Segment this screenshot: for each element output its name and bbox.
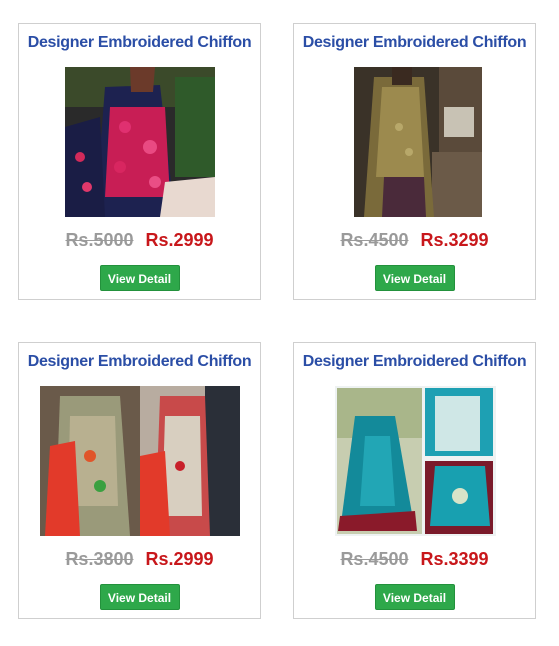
view-detail-button[interactable]: View Detail bbox=[99, 584, 180, 610]
original-price: Rs.5000 bbox=[65, 230, 134, 250]
original-price: Rs.4500 bbox=[340, 230, 409, 250]
product-card: Designer Embroidered Chiffon Rs.4500 Rs.3… bbox=[293, 342, 536, 619]
price-row: Rs.4500 Rs.3299 bbox=[294, 230, 535, 251]
price-row: Rs.5000 Rs.2999 bbox=[19, 230, 260, 251]
sale-price: Rs.2999 bbox=[145, 549, 214, 569]
sale-price: Rs.3299 bbox=[420, 230, 489, 250]
product-title[interactable]: Designer Embroidered Chiffon bbox=[294, 34, 535, 52]
view-detail-button[interactable]: View Detail bbox=[99, 265, 180, 291]
product-title[interactable]: Designer Embroidered Chiffon bbox=[19, 353, 260, 371]
product-image[interactable] bbox=[354, 67, 482, 217]
product-card: Designer Embroidered Chiffon Rs.5000 Rs.2… bbox=[18, 23, 261, 300]
sale-price: Rs.3399 bbox=[420, 549, 489, 569]
product-card: Designer Embroidered Chiffon Rs.3800 Rs.2… bbox=[18, 342, 261, 619]
view-detail-button[interactable]: View Detail bbox=[374, 265, 455, 291]
view-detail-button[interactable]: View Detail bbox=[374, 584, 455, 610]
product-title[interactable]: Designer Embroidered Chiffon bbox=[19, 34, 260, 52]
sale-price: Rs.2999 bbox=[145, 230, 214, 250]
product-title[interactable]: Designer Embroidered Chiffon bbox=[294, 353, 535, 371]
product-card: Designer Embroidered Chiffon Rs.4500 Rs.3… bbox=[293, 23, 536, 300]
original-price: Rs.4500 bbox=[340, 549, 409, 569]
price-row: Rs.4500 Rs.3399 bbox=[294, 549, 535, 570]
price-row: Rs.3800 Rs.2999 bbox=[19, 549, 260, 570]
product-image[interactable] bbox=[335, 386, 496, 536]
product-image[interactable] bbox=[40, 386, 240, 536]
original-price: Rs.3800 bbox=[65, 549, 134, 569]
product-image[interactable] bbox=[65, 67, 215, 217]
